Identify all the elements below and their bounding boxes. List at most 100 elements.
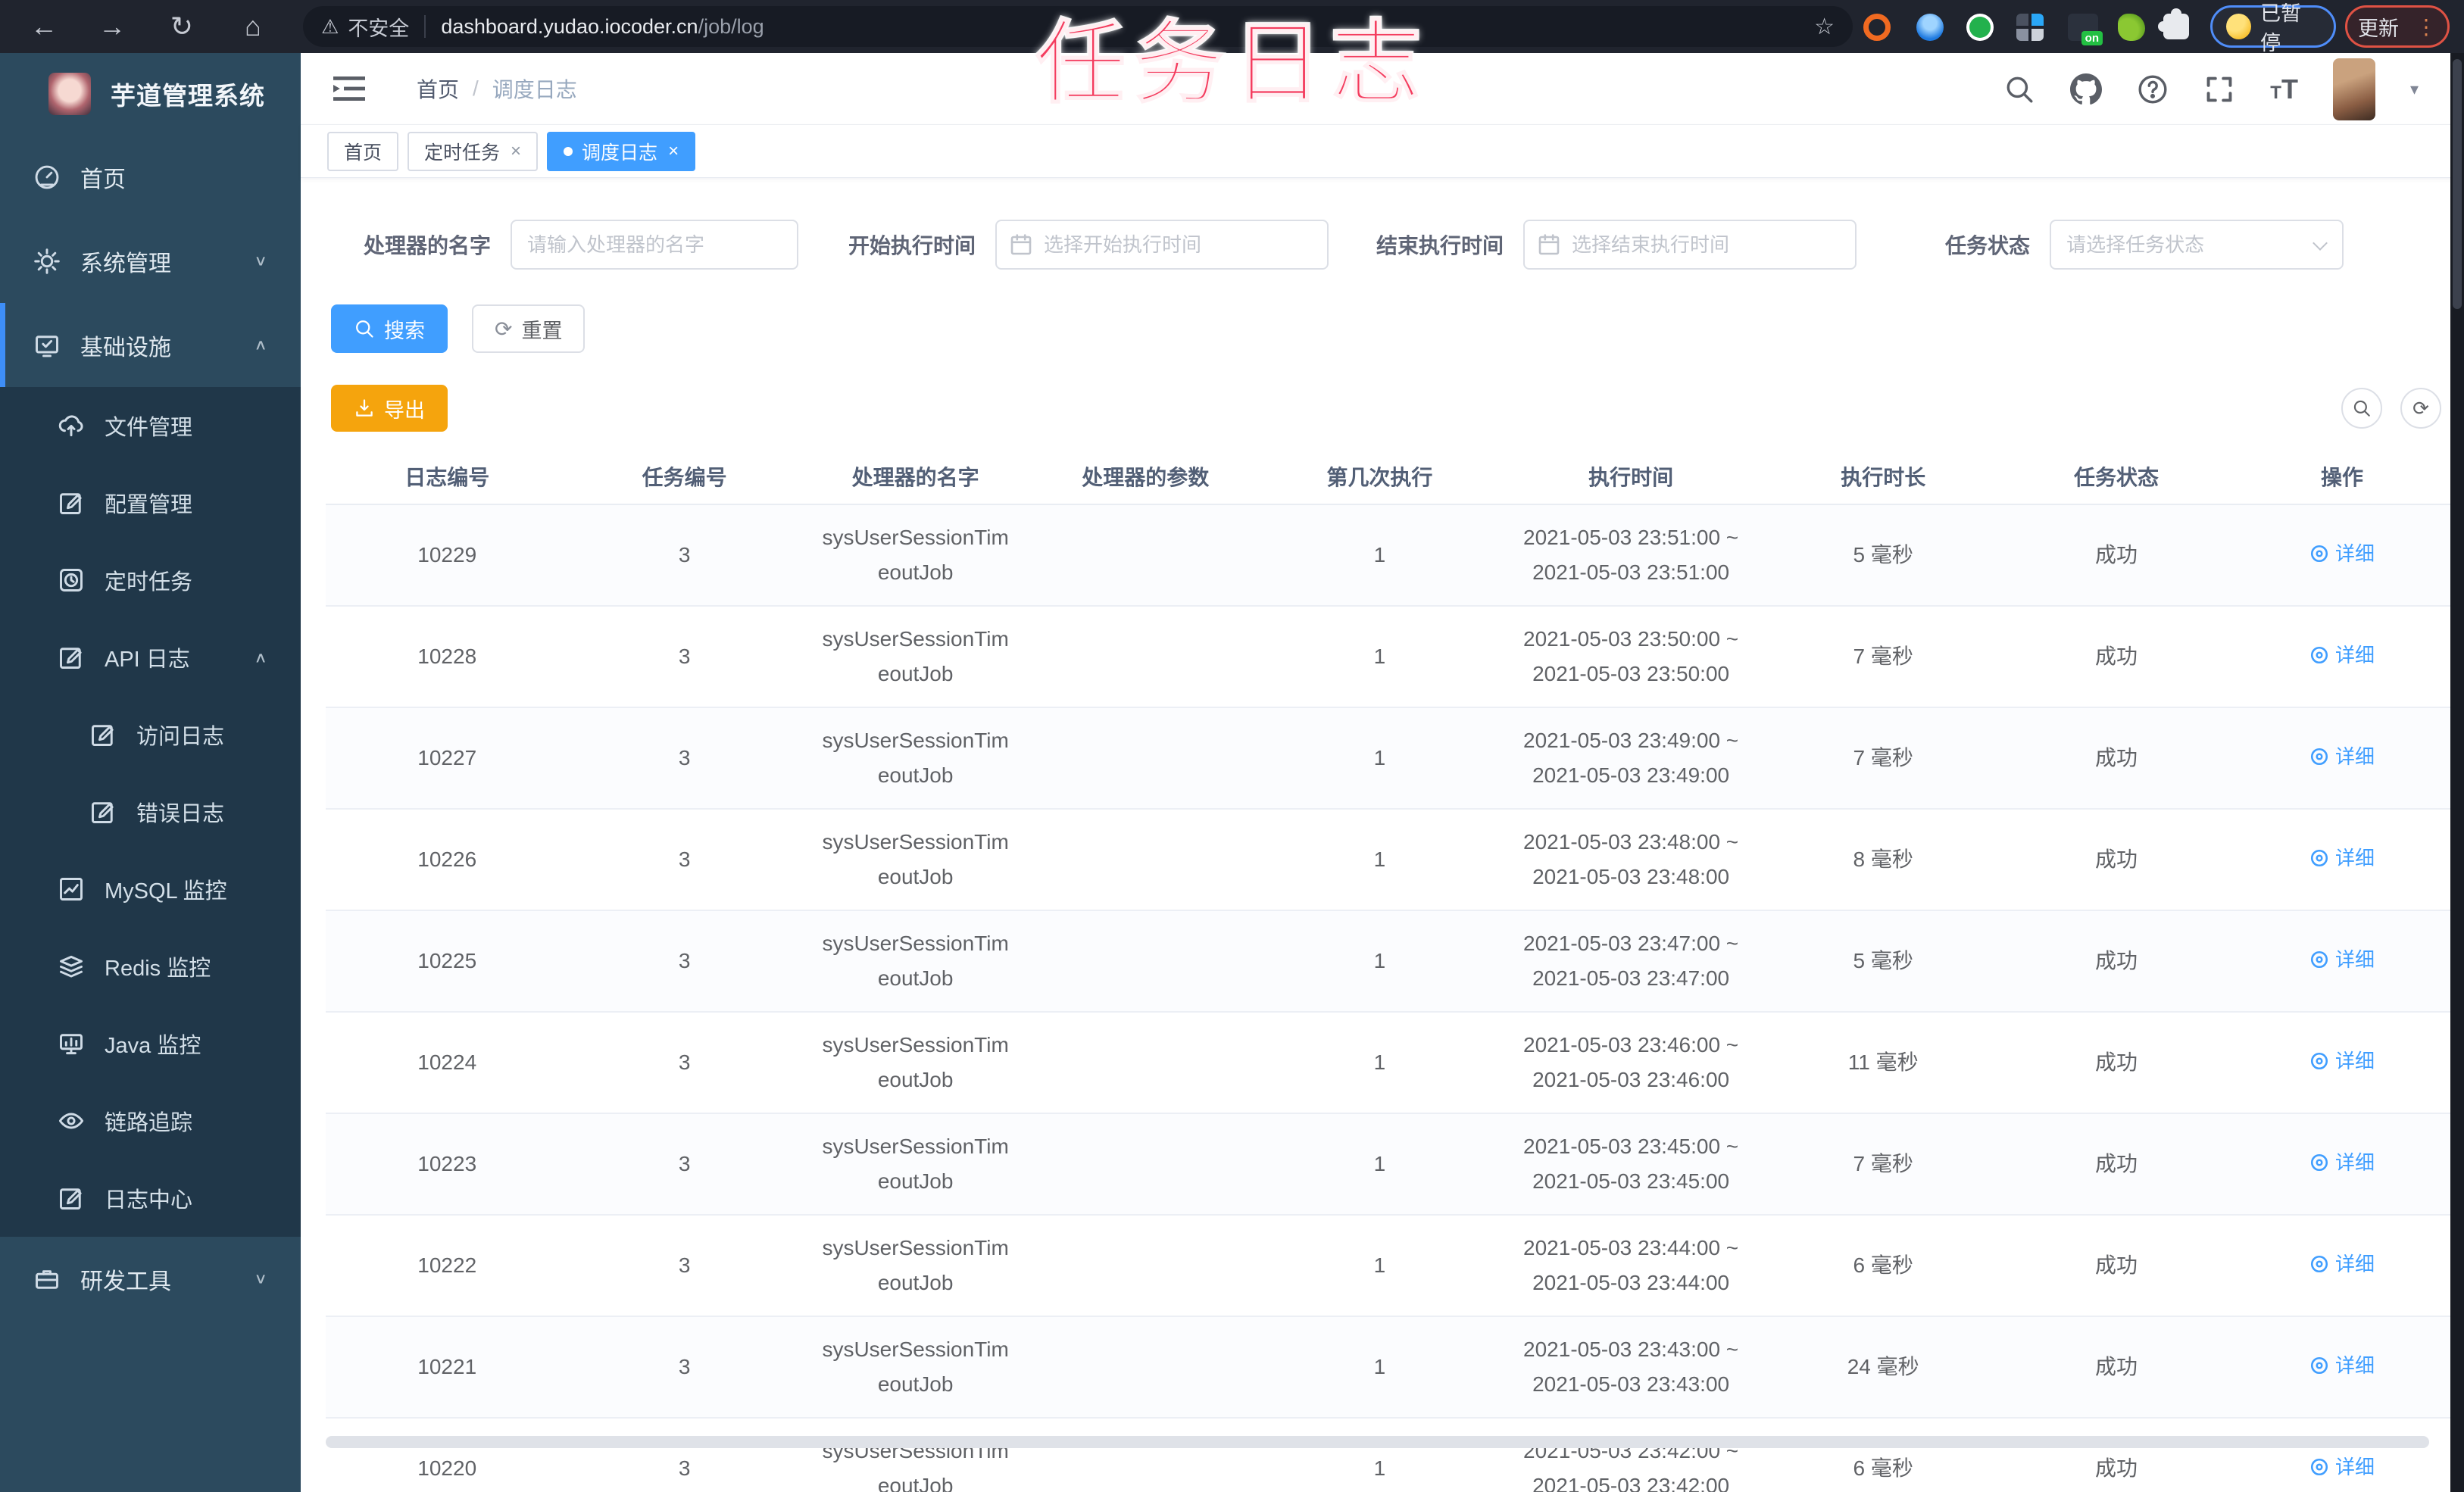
update-label: 更新 [2358,17,2399,40]
vertical-scrollbar[interactable] [2450,53,2464,1492]
home-icon[interactable]: ⌂ [230,0,276,53]
reset-button[interactable]: ⟳ 重置 [472,304,586,353]
sidebar-item-redis-monitor[interactable]: Redis 监控 [0,928,301,1005]
tag-job[interactable]: 定时任务 × [408,131,539,171]
cell-actions: 详细 [2228,1316,2455,1419]
sidebar-toggle-icon[interactable] [333,75,365,102]
cell-actions: 详细 [2228,1215,2455,1317]
url-separator [424,15,426,38]
sidebar-item-scheduled-jobs[interactable]: 定时任务 [0,542,301,619]
col-exec-time: 执行时间 [1498,448,1763,505]
sidebar-item-log-center[interactable]: 日志中心 [0,1160,301,1237]
cell-duration: 11 毫秒 [1763,1012,2004,1114]
scrollbar-thumb[interactable] [2453,59,2462,309]
filter-label-begin-time: 开始执行时间 [848,234,976,258]
browser-update-menu[interactable]: 更新 ⋮ [2345,5,2450,48]
bookmark-star-icon[interactable]: ☆ [1814,14,1835,40]
export-button[interactable]: 导出 [331,385,448,432]
eye-icon [2310,1052,2328,1070]
detail-link[interactable]: 详细 [2309,1247,2375,1281]
breadcrumb: 首页 / 调度日志 [417,73,577,104]
extension-ring-icon[interactable] [1863,14,1891,41]
sidebar-item-trace[interactable]: 链路追踪 [0,1082,301,1160]
sidebar-item-infrastructure[interactable]: 基础设施 ∧ [0,303,301,387]
detail-link[interactable]: 详细 [2309,1450,2375,1484]
sidebar-item-home[interactable]: 首页 [0,135,301,219]
cell-duration: 5 毫秒 [1763,504,2004,607]
cell-handler-param [1030,1113,1260,1216]
sidebar-item-mysql-monitor[interactable]: MySQL 监控 [0,851,301,928]
cell-handler-name: sysUserSessionTim eoutJob [800,1418,1031,1492]
sidebar-item-dev-tools[interactable]: 研发工具 ∨ [0,1237,301,1321]
sidebar-item-access-log[interactable]: 访问日志 [0,696,301,773]
tag-joblog-active[interactable]: 调度日志 × [547,131,696,171]
cell-status: 成功 [2003,707,2229,810]
back-icon[interactable]: ← [21,0,67,53]
extension-paused-pill[interactable]: 已暂停 [2210,2,2336,55]
tag-home[interactable]: 首页 [327,131,399,171]
sidebar-item-api-log[interactable]: API 日志 ∧ [0,619,301,696]
extension-grid-icon[interactable] [2016,14,2044,41]
kebab-menu-icon[interactable]: ⋮ [2416,14,2437,39]
sidebar: 芋道管理系统 首页 系统管理 ∨ 基础设施 ∧ 文件管理 配置管理 定时任务 A… [0,53,301,1492]
sidebar-item-system[interactable]: 系统管理 ∨ [0,219,301,303]
avatar[interactable] [2332,58,2375,120]
forward-icon[interactable]: → [89,0,135,53]
refresh-icon: ⟳ [495,317,513,341]
col-status: 任务状态 [2003,448,2229,505]
close-icon[interactable]: × [511,141,521,162]
refresh-table-button[interactable]: ⟳ [2400,388,2441,429]
extensions-puzzle-icon[interactable] [2158,8,2189,39]
detail-link[interactable]: 详细 [2309,536,2375,571]
detail-link[interactable]: 详细 [2309,739,2375,774]
cell-exec-index: 1 [1260,1316,1499,1419]
handler-name-input[interactable] [511,220,799,270]
cell-duration: 7 毫秒 [1763,1113,2004,1216]
cell-actions: 详细 [2228,1113,2455,1216]
access-log-icon [92,725,114,746]
cell-actions: 详细 [2228,910,2455,1013]
app-title: 芋道管理系统 [111,82,265,110]
eye-icon [2310,1255,2328,1273]
cell-exec-index: 1 [1260,1418,1499,1492]
gear-icon [34,248,60,274]
end-time-input[interactable] [1523,220,1857,270]
sidebar-item-file-management[interactable]: 文件管理 [0,387,301,464]
help-icon[interactable] [2137,73,2169,105]
search-button[interactable]: 搜索 [331,304,448,353]
font-size-icon[interactable]: TT [2270,73,2298,105]
app-logo [48,73,91,115]
security-warning-icon: ⚠ [321,14,339,38]
detail-link[interactable]: 详细 [2309,1348,2375,1383]
search-icon[interactable] [2003,73,2035,105]
sidebar-item-error-log[interactable]: 错误日志 [0,773,301,851]
sidebar-item-java-monitor[interactable]: Java 监控 [0,1005,301,1082]
extension-gem-icon[interactable] [1916,14,1944,41]
col-actions: 操作 [2228,448,2455,505]
fullscreen-icon[interactable] [2203,73,2235,105]
reload-icon[interactable]: ↻ [159,0,205,53]
detail-link[interactable]: 详细 [2309,638,2375,673]
url-host: dashboard.yudao.iocoder.cn [441,14,698,38]
sidebar-item-config-management[interactable]: 配置管理 [0,464,301,542]
close-icon[interactable]: × [668,141,679,162]
extension-sprout-icon[interactable] [2118,14,2145,41]
detail-link[interactable]: 详细 [2309,841,2375,876]
begin-time-input[interactable] [995,220,1329,270]
url-bar[interactable]: ⚠ 不安全 dashboard.yudao.iocoder.cn/job/log… [303,6,1853,47]
breadcrumb-home[interactable]: 首页 [417,73,459,104]
detail-link[interactable]: 详细 [2309,1044,2375,1078]
app-logo-row[interactable]: 芋道管理系统 [0,53,301,135]
extension-green-icon[interactable] [1966,14,1994,41]
horizontal-scrollbar[interactable] [326,1436,2429,1448]
cell-task-id: 3 [568,1012,801,1114]
github-icon[interactable] [2070,73,2103,105]
detail-link[interactable]: 详细 [2309,942,2375,977]
cell-duration: 5 毫秒 [1763,910,2004,1013]
show-search-button[interactable] [2341,388,2382,429]
status-select[interactable] [2050,220,2344,270]
detail-link[interactable]: 详细 [2309,1145,2375,1180]
extension-switch-icon[interactable]: on [2068,14,2103,45]
avatar-caret-icon[interactable]: ▾ [2410,80,2419,99]
cell-handler-param [1030,504,1260,607]
